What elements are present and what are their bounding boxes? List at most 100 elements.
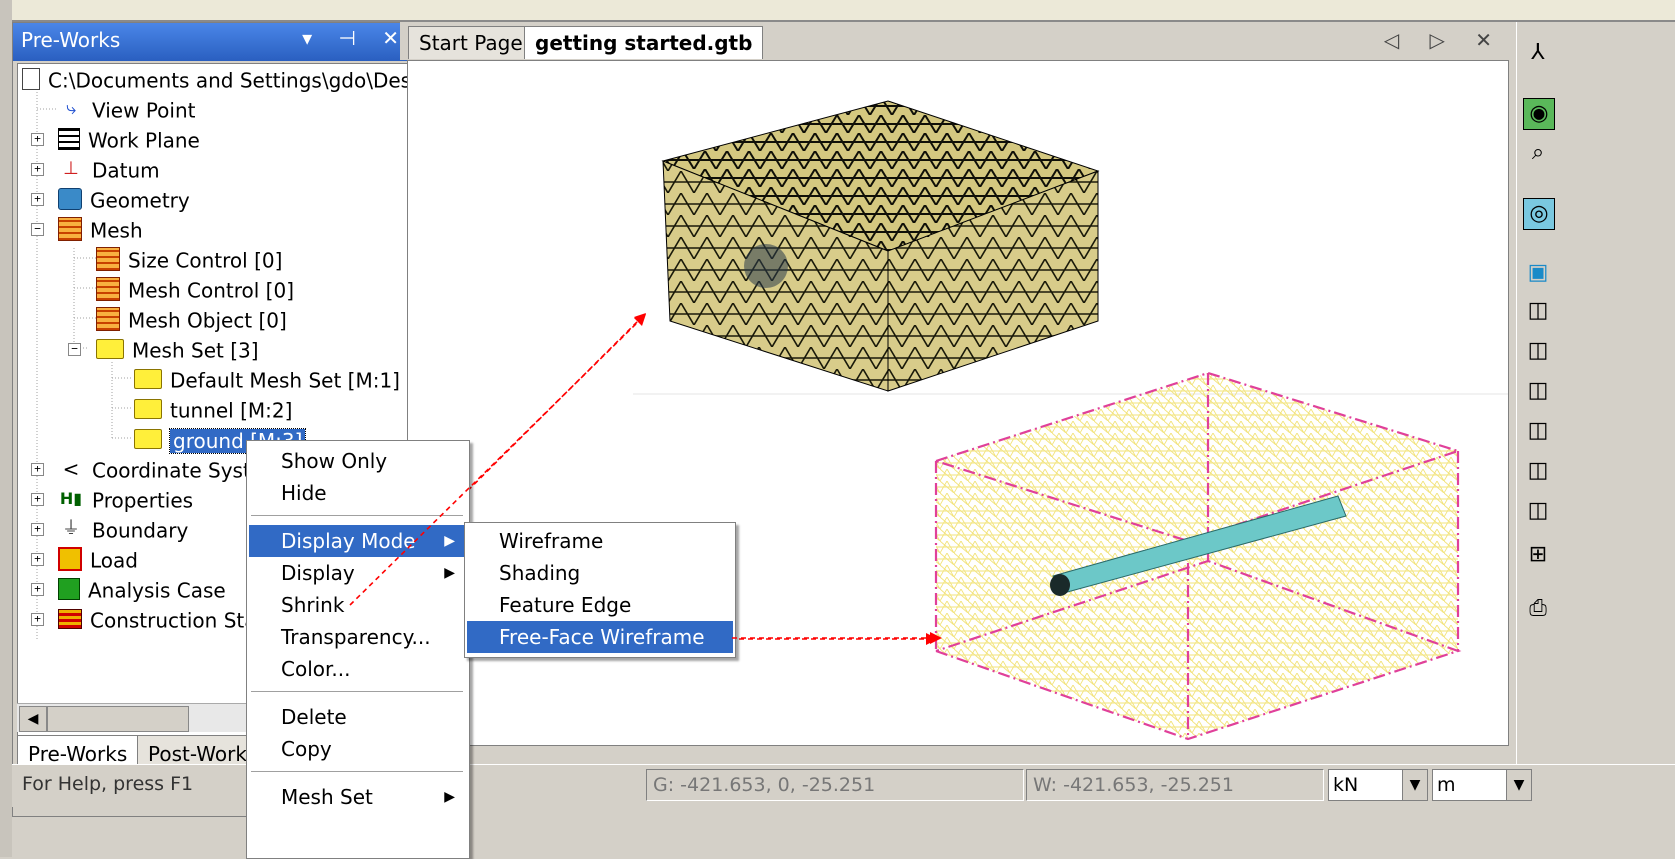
zoom-all-icon[interactable]: ◎ bbox=[1523, 198, 1555, 230]
mesh-icon bbox=[58, 216, 82, 241]
expand-toggle[interactable]: + bbox=[31, 613, 44, 626]
view-back-icon[interactable]: ◫ bbox=[1523, 336, 1553, 366]
folder-icon bbox=[134, 428, 162, 449]
expand-toggle[interactable]: + bbox=[31, 463, 44, 476]
expand-toggle[interactable]: + bbox=[31, 583, 44, 596]
app-top-bar bbox=[0, 0, 1675, 22]
length-unit-select[interactable]: m ▼ bbox=[1432, 769, 1532, 801]
scroll-left-icon[interactable]: ◀ bbox=[19, 706, 47, 732]
tree-item-boundary[interactable]: ⏚ Boundary bbox=[58, 514, 188, 544]
menu-item-color[interactable]: Color... bbox=[249, 653, 465, 685]
menu-item-wireframe[interactable]: Wireframe bbox=[467, 525, 733, 557]
grid-icon bbox=[58, 127, 80, 150]
boundary-icon: ⏚ bbox=[62, 517, 80, 539]
menu-separator bbox=[251, 515, 463, 516]
menu-item-shrink[interactable]: Shrink bbox=[249, 589, 465, 621]
menu-item-shading[interactable]: Shading bbox=[467, 557, 733, 589]
menu-item-free-face-wireframe[interactable]: Free-Face Wireframe bbox=[467, 621, 733, 653]
axis-triad-icon[interactable]: ⅄ bbox=[1523, 38, 1553, 68]
folder-icon bbox=[134, 368, 162, 389]
expand-toggle[interactable]: + bbox=[31, 553, 44, 566]
view-iso-icon[interactable]: ▣ bbox=[1523, 258, 1553, 288]
tree-item-mesh[interactable]: Mesh bbox=[58, 214, 143, 244]
mesh-icon bbox=[96, 306, 120, 331]
menu-item-delete[interactable]: Delete bbox=[249, 701, 465, 733]
menu-item-mesh-set[interactable]: Mesh Set ▶ bbox=[249, 781, 465, 813]
coordinate-icon: < bbox=[62, 456, 80, 481]
view-left-icon[interactable]: ◫ bbox=[1523, 376, 1553, 406]
view-toolbar: ⅄ ◉ ⌕ ◎ ▣ ◫ ◫ ◫ ◫ ◫ ◫ ⊞ ⎙ bbox=[1516, 22, 1559, 782]
force-unit-select[interactable]: kN ▼ bbox=[1328, 769, 1428, 801]
expand-toggle[interactable]: + bbox=[31, 163, 44, 176]
document-nav-buttons[interactable]: ◁ ▷ ✕ bbox=[1384, 28, 1504, 52]
menu-item-hide[interactable]: Hide bbox=[249, 477, 499, 509]
menu-item-copy[interactable]: Copy bbox=[249, 733, 465, 765]
submenu-arrow-icon: ▶ bbox=[444, 565, 455, 581]
menu-separator bbox=[251, 771, 463, 772]
menu-separator bbox=[251, 691, 463, 692]
menu-item-show-only[interactable]: Show Only bbox=[249, 445, 499, 477]
chevron-down-icon[interactable]: ▼ bbox=[1506, 770, 1531, 800]
expand-toggle[interactable]: + bbox=[31, 193, 44, 206]
panel-title: Pre-Works bbox=[21, 28, 121, 52]
submenu-arrow-icon: ▶ bbox=[444, 533, 455, 549]
tree-item-view-point[interactable]: ⤷ View Point bbox=[58, 94, 196, 124]
tree-item-mesh-object[interactable]: Mesh Object [0] bbox=[96, 304, 287, 334]
panel-title-bar: Pre-Works ▾ ⊣ ✕ bbox=[13, 23, 417, 61]
status-global-coordinates: G: -421.653, 0, -25.251 bbox=[646, 769, 1024, 801]
tab-getting-started[interactable]: getting started.gtb bbox=[524, 26, 764, 59]
tree-item-file[interactable]: C:\Documents and Settings\gdo\Des bbox=[22, 64, 411, 94]
geometry-icon bbox=[58, 187, 82, 210]
context-menu: Show Only Hide Display Mode ▶ Display ▶ Sh… bbox=[246, 440, 470, 859]
display-mode-submenu: Wireframe Shading Feature Edge Free-Face… bbox=[464, 522, 736, 658]
tree-item-coordinate-system[interactable]: < Coordinate Syste bbox=[58, 454, 263, 484]
tree-item-load[interactable]: Load bbox=[58, 544, 138, 574]
tree-item-construction-stage[interactable]: Construction Stag bbox=[58, 604, 269, 634]
collapse-toggle[interactable]: − bbox=[31, 223, 44, 236]
construction-icon bbox=[58, 608, 82, 629]
zoom-fit-icon[interactable]: ◉ bbox=[1523, 98, 1555, 130]
axis-icon: ⊥ bbox=[63, 157, 79, 179]
expand-toggle[interactable]: + bbox=[31, 523, 44, 536]
mesh-control-icon bbox=[96, 276, 120, 301]
window-left-edge bbox=[0, 0, 12, 857]
menu-item-feature-edge[interactable]: Feature Edge bbox=[467, 589, 733, 621]
force-unit-value: kN bbox=[1333, 774, 1359, 796]
wireframe-mesh-model bbox=[934, 371, 1462, 741]
analysis-icon bbox=[58, 577, 80, 600]
camera-icon[interactable]: ⎙ bbox=[1523, 594, 1553, 624]
expand-toggle[interactable]: + bbox=[31, 493, 44, 506]
tree-item-work-plane[interactable]: Work Plane bbox=[58, 124, 200, 154]
view-front-icon[interactable]: ◫ bbox=[1523, 296, 1553, 326]
load-icon bbox=[58, 546, 82, 571]
chevron-down-icon[interactable]: ▼ bbox=[1402, 770, 1427, 800]
tree-item-tunnel[interactable]: tunnel [M:2] bbox=[134, 394, 292, 424]
length-unit-value: m bbox=[1437, 774, 1456, 796]
tree-item-mesh-control[interactable]: Mesh Control [0] bbox=[96, 274, 294, 304]
properties-icon: H▮ bbox=[59, 488, 83, 508]
tree-item-default-mesh-set[interactable]: Default Mesh Set [M:1] bbox=[134, 364, 400, 394]
scroll-thumb[interactable] bbox=[47, 706, 189, 732]
tree-item-properties[interactable]: H▮ Properties bbox=[58, 484, 193, 514]
document-tabs: Start Page getting started.gtb ◁ ▷ ✕ bbox=[400, 22, 1512, 60]
collapse-toggle[interactable]: − bbox=[68, 343, 81, 356]
tree-item-mesh-set[interactable]: Mesh Set [3] bbox=[96, 334, 259, 364]
panel-title-buttons[interactable]: ▾ ⊣ ✕ bbox=[302, 26, 409, 50]
menu-item-display[interactable]: Display ▶ bbox=[249, 557, 465, 589]
folder-icon bbox=[134, 398, 162, 419]
view-right-icon[interactable]: ◫ bbox=[1523, 416, 1553, 446]
tree-item-size-control[interactable]: Size Control [0] bbox=[96, 244, 282, 274]
tree-item-datum[interactable]: ⊥ Datum bbox=[58, 154, 160, 184]
shaded-mesh-model bbox=[661, 100, 1100, 392]
expand-toggle[interactable]: + bbox=[31, 133, 44, 146]
menu-item-transparency[interactable]: Transparency... bbox=[249, 621, 465, 653]
submenu-arrow-icon: ▶ bbox=[444, 789, 455, 805]
view-top-icon[interactable]: ◫ bbox=[1523, 456, 1553, 486]
tree-item-geometry[interactable]: Geometry bbox=[58, 184, 190, 214]
zoom-window-icon[interactable]: ⌕ bbox=[1523, 138, 1553, 168]
tree-item-analysis-case[interactable]: Analysis Case bbox=[58, 574, 226, 604]
view-bottom-icon[interactable]: ◫ bbox=[1523, 496, 1553, 526]
tab-start-page[interactable]: Start Page bbox=[408, 26, 534, 59]
menu-item-display-mode[interactable]: Display Mode ▶ bbox=[249, 525, 465, 557]
view-grid-icon[interactable]: ⊞ bbox=[1523, 540, 1553, 570]
